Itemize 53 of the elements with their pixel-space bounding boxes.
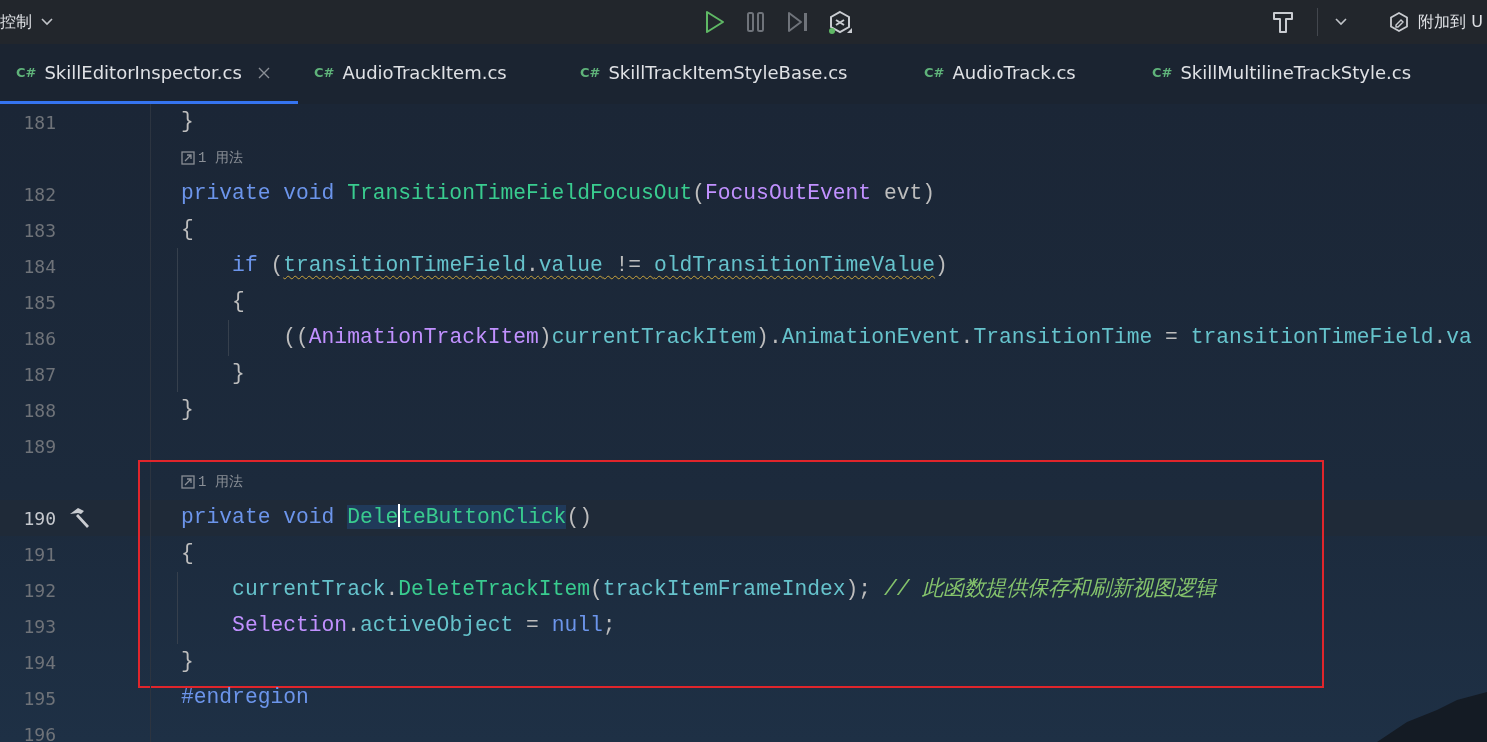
line-number: 182 <box>22 182 56 207</box>
code-line: } <box>232 360 245 388</box>
line-number: 185 <box>22 290 56 315</box>
code-line: Selection.activeObject = null; <box>232 612 616 640</box>
code-line: { <box>181 540 194 568</box>
hammer-icon <box>1271 10 1296 34</box>
line-number: 184 <box>22 254 56 279</box>
line-number: 181 <box>22 110 56 135</box>
file-tab[interactable]: C# AudioTrack.cs <box>908 44 1136 104</box>
csharp-file-icon: C# <box>1152 62 1173 83</box>
attach-button[interactable]: 附加到 U <box>1388 10 1487 34</box>
code-line: ((AnimationTrackItem)currentTrackItem).AnimationEvent.TransitionTime = transitionTimeField.va <box>283 324 1472 352</box>
file-tab[interactable]: C# SkillMultilineTrackStyle.cs <box>1136 44 1436 104</box>
usage-hint[interactable]: 1 用法 <box>181 147 243 169</box>
build-button[interactable] <box>1271 10 1296 34</box>
more-dropdown-button[interactable] <box>1334 17 1349 27</box>
code-line: if (transitionTimeField.value != oldTransitionTimeValue) <box>232 252 948 280</box>
line-number: 183 <box>22 218 56 243</box>
chevron-down-icon <box>40 17 54 27</box>
code-line: } <box>181 396 194 424</box>
chevron-down-icon <box>1334 17 1349 27</box>
line-number: 190 <box>22 506 56 531</box>
code-line: #endregion <box>181 684 309 712</box>
file-tab[interactable]: C# SkillTrackItemStyleBase.cs <box>564 44 908 104</box>
usage-hint[interactable]: 1 用法 <box>181 471 243 493</box>
csharp-file-icon: C# <box>16 62 37 83</box>
csharp-file-icon: C# <box>314 62 335 83</box>
code-line: } <box>181 108 194 136</box>
line-number: 186 <box>22 326 56 351</box>
run-config-dropdown[interactable]: 控制 <box>0 10 58 34</box>
line-number: 191 <box>22 542 56 567</box>
code-line: private void TransitionTimeFieldFocusOut(FocusOutEvent evt) <box>181 180 936 208</box>
jump-arrow-icon <box>181 151 195 165</box>
line-number: 188 <box>22 398 56 423</box>
line-number: 195 <box>22 686 56 711</box>
cube-icon <box>827 9 853 35</box>
line-number: 187 <box>22 362 56 387</box>
line-number: 192 <box>22 578 56 603</box>
line-number: 194 <box>22 650 56 675</box>
code-line: { <box>232 288 245 316</box>
code-line: } <box>181 648 194 676</box>
code-line: private void Dele teButtonClick() <box>181 502 592 532</box>
cube-button[interactable] <box>827 9 853 35</box>
code-line: currentTrack.DeleteTrackItem(trackItemFrameIndex); // 此函数提供保存和刷新视图逻辑 <box>232 576 1217 604</box>
hexagon-icon <box>1388 11 1411 33</box>
line-number: 189 <box>22 434 56 459</box>
csharp-file-icon: C# <box>580 62 601 83</box>
code-line: { <box>181 216 194 244</box>
line-number: 196 <box>22 722 56 742</box>
jump-arrow-icon <box>181 475 195 489</box>
line-number: 193 <box>22 614 56 639</box>
file-tab[interactable]: C# AudioTrackItem.cs <box>298 44 564 104</box>
csharp-file-icon: C# <box>924 62 945 83</box>
